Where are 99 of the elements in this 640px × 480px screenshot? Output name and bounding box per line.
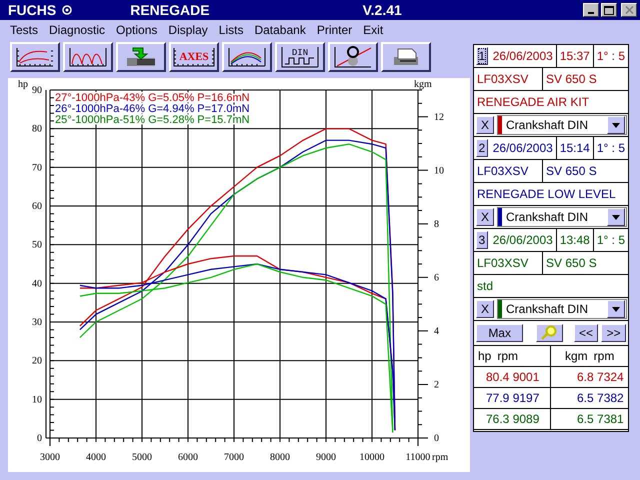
tick-label: 20 <box>32 356 42 367</box>
menu-item[interactable]: Tests <box>4 23 44 37</box>
ratio-text: 1° : 5 <box>596 232 626 249</box>
model-text: SV 650 S <box>545 71 598 88</box>
maximize-icon <box>604 6 614 14</box>
menu-item[interactable]: Lists <box>212 23 248 37</box>
plate-text: LF03XSV <box>474 252 543 274</box>
zoom-button[interactable] <box>536 324 563 342</box>
time-text: 13:48 <box>556 229 594 251</box>
toolbar-button[interactable] <box>116 42 166 72</box>
close-icon <box>624 6 634 14</box>
ratio-text: 1° : 5 <box>596 48 626 65</box>
tick-label: 70 <box>32 162 42 174</box>
tick-label: 4 <box>434 326 439 337</box>
run-name: RENEGADE AIR KIT <box>476 94 590 111</box>
plate-text: LF03XSV <box>474 68 543 90</box>
menu-item[interactable]: Databank <box>248 23 311 37</box>
tick-label: 12 <box>434 112 444 123</box>
menu-item[interactable]: Display <box>162 23 213 37</box>
tick-label: 90 <box>32 85 42 96</box>
remove-button[interactable]: X <box>476 208 494 226</box>
toolbar-button[interactable] <box>381 42 431 72</box>
tick-label: 6000 <box>178 452 198 463</box>
tick-label: 5000 <box>132 452 152 463</box>
tick-label: 0 <box>434 433 439 444</box>
tick-label: 10 <box>434 165 444 176</box>
tick-label: 60 <box>32 201 42 212</box>
toolbar-button[interactable] <box>10 42 60 72</box>
close-button[interactable] <box>621 3 637 17</box>
date-text: 26/06/2003 <box>490 137 557 159</box>
result-cell: 80.4 9001 <box>474 367 551 388</box>
column-header: hp <box>478 349 492 363</box>
minimize-button[interactable] <box>583 3 599 17</box>
correction-dropdown[interactable]: Crankshaft DIN <box>497 299 627 319</box>
menu-item[interactable]: Exit <box>357 23 388 37</box>
tick-label: 2 <box>434 379 439 390</box>
remove-button[interactable]: X <box>476 116 494 134</box>
tick-label: 30 <box>32 317 42 328</box>
tick-label: 10000 <box>360 452 384 463</box>
tick-label: 0 <box>37 433 42 444</box>
tick-label: 6 <box>434 272 439 284</box>
maximize-button[interactable] <box>601 3 617 17</box>
axis-label: kgm <box>414 79 432 90</box>
menu-item[interactable]: Diagnostic <box>43 23 110 37</box>
tick-label: 3000 <box>40 452 60 463</box>
correction-dropdown[interactable]: Crankshaft DIN <box>497 207 627 227</box>
max-button[interactable]: Max <box>476 324 524 342</box>
axis-label: hp <box>18 79 28 90</box>
tick-label: 11000 <box>406 452 430 463</box>
result-cell: 77.9 9197 <box>474 388 551 409</box>
remove-button[interactable]: X <box>476 300 494 318</box>
window-title: RENEGADE <box>130 2 210 18</box>
tick-label: 50 <box>32 240 42 251</box>
result-cell: 6.5 7381 <box>551 409 628 430</box>
tick-label: 8 <box>434 218 439 230</box>
toolbar-button[interactable] <box>328 42 378 72</box>
logo-icon <box>62 5 72 15</box>
magnifier-icon <box>540 325 558 341</box>
run-number-button[interactable]: 1 <box>476 47 488 65</box>
next-button[interactable]: >> <box>601 324 626 342</box>
date-text: 26/06/2003 <box>490 229 557 251</box>
column-header: rpm <box>594 349 614 363</box>
result-cell: 76.3 9089 <box>474 409 551 430</box>
axis-label: rpm <box>432 452 448 463</box>
toolbar-button[interactable] <box>222 42 272 72</box>
date-text: 26/06/2003 <box>490 45 557 67</box>
menu-item[interactable]: Options <box>110 23 162 37</box>
column-header: rpm <box>497 349 518 363</box>
tick-label: 4000 <box>86 452 106 463</box>
model-text: SV 650 S <box>545 163 598 180</box>
result-cell: 6.8 7324 <box>551 367 628 388</box>
tick-label: 80 <box>32 124 42 135</box>
run-name: RENEGADE LOW LEVEL <box>476 186 617 203</box>
tick-label: 10 <box>32 394 42 406</box>
toolbar-button[interactable] <box>63 42 113 72</box>
model-text: SV 650 S <box>545 255 598 272</box>
menu-item[interactable]: Printer <box>310 23 358 37</box>
ratio-text: 1° : 5 <box>596 140 626 157</box>
previous-button[interactable]: << <box>574 324 598 342</box>
time-text: 15:14 <box>556 137 594 159</box>
version-text: V.2.41 <box>362 2 402 18</box>
run-number-button[interactable]: 3 <box>476 231 488 249</box>
correction-dropdown[interactable]: Crankshaft DIN <box>497 115 627 135</box>
tick-label: 9000 <box>316 452 336 463</box>
tick-label: 8000 <box>270 452 290 463</box>
multi-curve-icon <box>68 46 108 68</box>
run-number-button[interactable]: 2 <box>476 139 488 157</box>
multi-curve-icon <box>227 46 267 68</box>
column-header: kgm <box>565 349 588 363</box>
tick-label: 40 <box>32 278 42 290</box>
time-text: 15:37 <box>556 45 594 67</box>
run-name: std <box>476 278 494 295</box>
lens-icon <box>333 45 373 69</box>
plate-text: LF03XSV <box>474 160 543 182</box>
app-name: FUCHS <box>8 2 56 18</box>
toolbar-button[interactable]: DIN <box>275 42 325 72</box>
power-curve-icon <box>15 46 55 68</box>
result-cell: 6.5 7382 <box>551 388 628 409</box>
tick-label: 7000 <box>224 452 244 463</box>
